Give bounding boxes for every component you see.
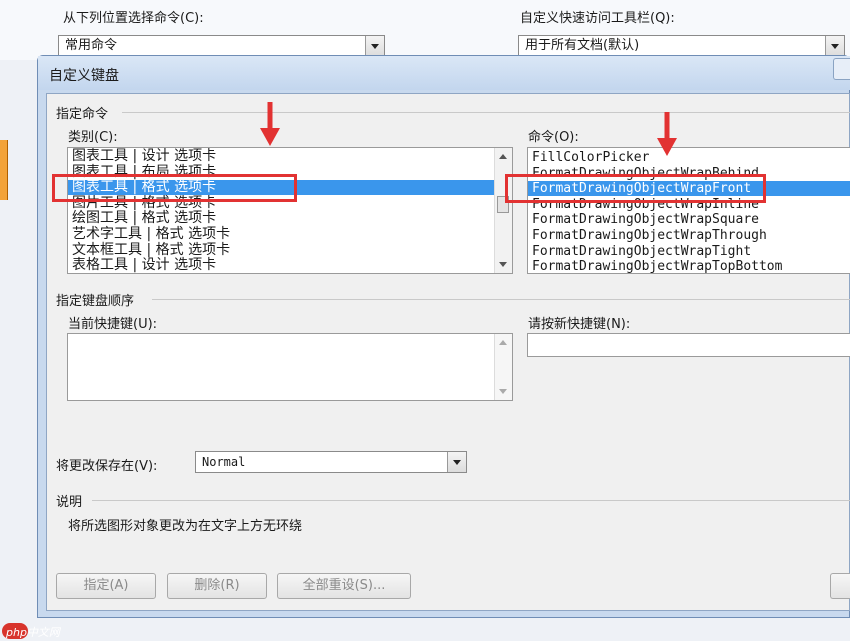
category-item[interactable]: 表格工具 | 设计 选项卡	[68, 258, 500, 273]
customize-qat-label: 自定义快速访问工具栏(Q):	[520, 11, 675, 26]
dialog-title: 自定义键盘	[49, 68, 119, 84]
annotation-arrow-icon	[260, 102, 280, 146]
current-keys-listbox[interactable]	[67, 333, 513, 401]
current-keys-scrollbar[interactable]	[494, 334, 512, 400]
chevron-down-icon[interactable]	[825, 36, 844, 56]
annotation-box-category	[52, 174, 297, 202]
category-item[interactable]: 艺术字工具 | 格式 选项卡	[68, 227, 500, 242]
annotation-arrow-icon	[657, 112, 677, 156]
categories-listbox[interactable]: 表格工具 | 设计 选项卡 文本框工具 | 格式 选项卡 艺术字工具 | 格式 选项…	[67, 147, 513, 274]
chevron-down-icon[interactable]	[447, 452, 466, 472]
save-changes-value: Normal	[202, 455, 246, 469]
group-divider	[152, 299, 850, 300]
close-dialog-button[interactable]	[830, 573, 850, 599]
scroll-up-icon[interactable]	[499, 154, 507, 159]
description-text: 将所选图形对象更改为在文字上方无环绕	[68, 519, 303, 534]
side-tab-strip	[0, 140, 8, 200]
category-item[interactable]: 图表工具 | 设计 选项卡	[68, 149, 500, 164]
scroll-down-icon[interactable]	[499, 262, 507, 267]
description-group-title: 说明	[56, 495, 83, 510]
commands-label: 命令(O):	[528, 130, 579, 145]
chevron-down-icon[interactable]	[365, 36, 384, 56]
dialog-titlebar	[38, 56, 850, 90]
save-changes-dropdown[interactable]: Normal	[195, 451, 467, 473]
commands-listbox[interactable]: FillColorPicker FormatDrawingObjectWrapBe…	[527, 147, 850, 274]
customize-qat-value: 用于所有文档(默认)	[525, 38, 640, 53]
annotation-box-command	[505, 174, 766, 203]
command-item[interactable]: FormatDrawingObjectWrapTopBottom	[528, 259, 850, 273]
scroll-up-icon[interactable]	[499, 340, 507, 345]
group-divider	[122, 112, 850, 113]
remove-button[interactable]: 删除(R)	[167, 573, 267, 599]
new-key-label: 请按新快捷键(N):	[528, 317, 631, 332]
command-item[interactable]: FillColorPicker	[528, 150, 850, 165]
watermark-logo: php中文网	[0, 622, 90, 641]
reset-all-button[interactable]: 全部重设(S)...	[277, 573, 411, 599]
choose-commands-from-value: 常用命令	[65, 38, 118, 53]
save-changes-label: 将更改保存在(V):	[56, 459, 158, 474]
choose-commands-from-dropdown[interactable]: 常用命令	[58, 35, 385, 57]
watermark-text: php中文网	[6, 626, 60, 639]
categories-scrollbar[interactable]	[494, 148, 512, 273]
category-item[interactable]: 文本框工具 | 格式 选项卡	[68, 242, 500, 258]
new-shortcut-input[interactable]	[527, 333, 850, 357]
close-button[interactable]	[833, 58, 850, 80]
command-item[interactable]: FormatDrawingObjectWrapTight	[528, 244, 850, 259]
current-keys-label: 当前快捷键(U):	[68, 317, 158, 332]
keyboard-sequence-group-title: 指定键盘顺序	[56, 294, 135, 309]
scroll-down-icon[interactable]	[499, 389, 507, 394]
command-item[interactable]: FormatDrawingObjectWrapThrough	[528, 228, 850, 243]
category-item[interactable]: 绘图工具 | 格式 选项卡	[68, 211, 500, 226]
command-item[interactable]: FormatDrawingObjectWrapSquare	[528, 212, 850, 227]
group-divider	[92, 500, 850, 501]
categories-label: 类别(C):	[68, 130, 118, 145]
specify-command-group-title: 指定命令	[56, 107, 109, 122]
assign-button[interactable]: 指定(A)	[56, 573, 156, 599]
customize-qat-dropdown[interactable]: 用于所有文档(默认)	[518, 35, 845, 57]
choose-commands-from-label: 从下列位置选择命令(C):	[63, 11, 204, 26]
